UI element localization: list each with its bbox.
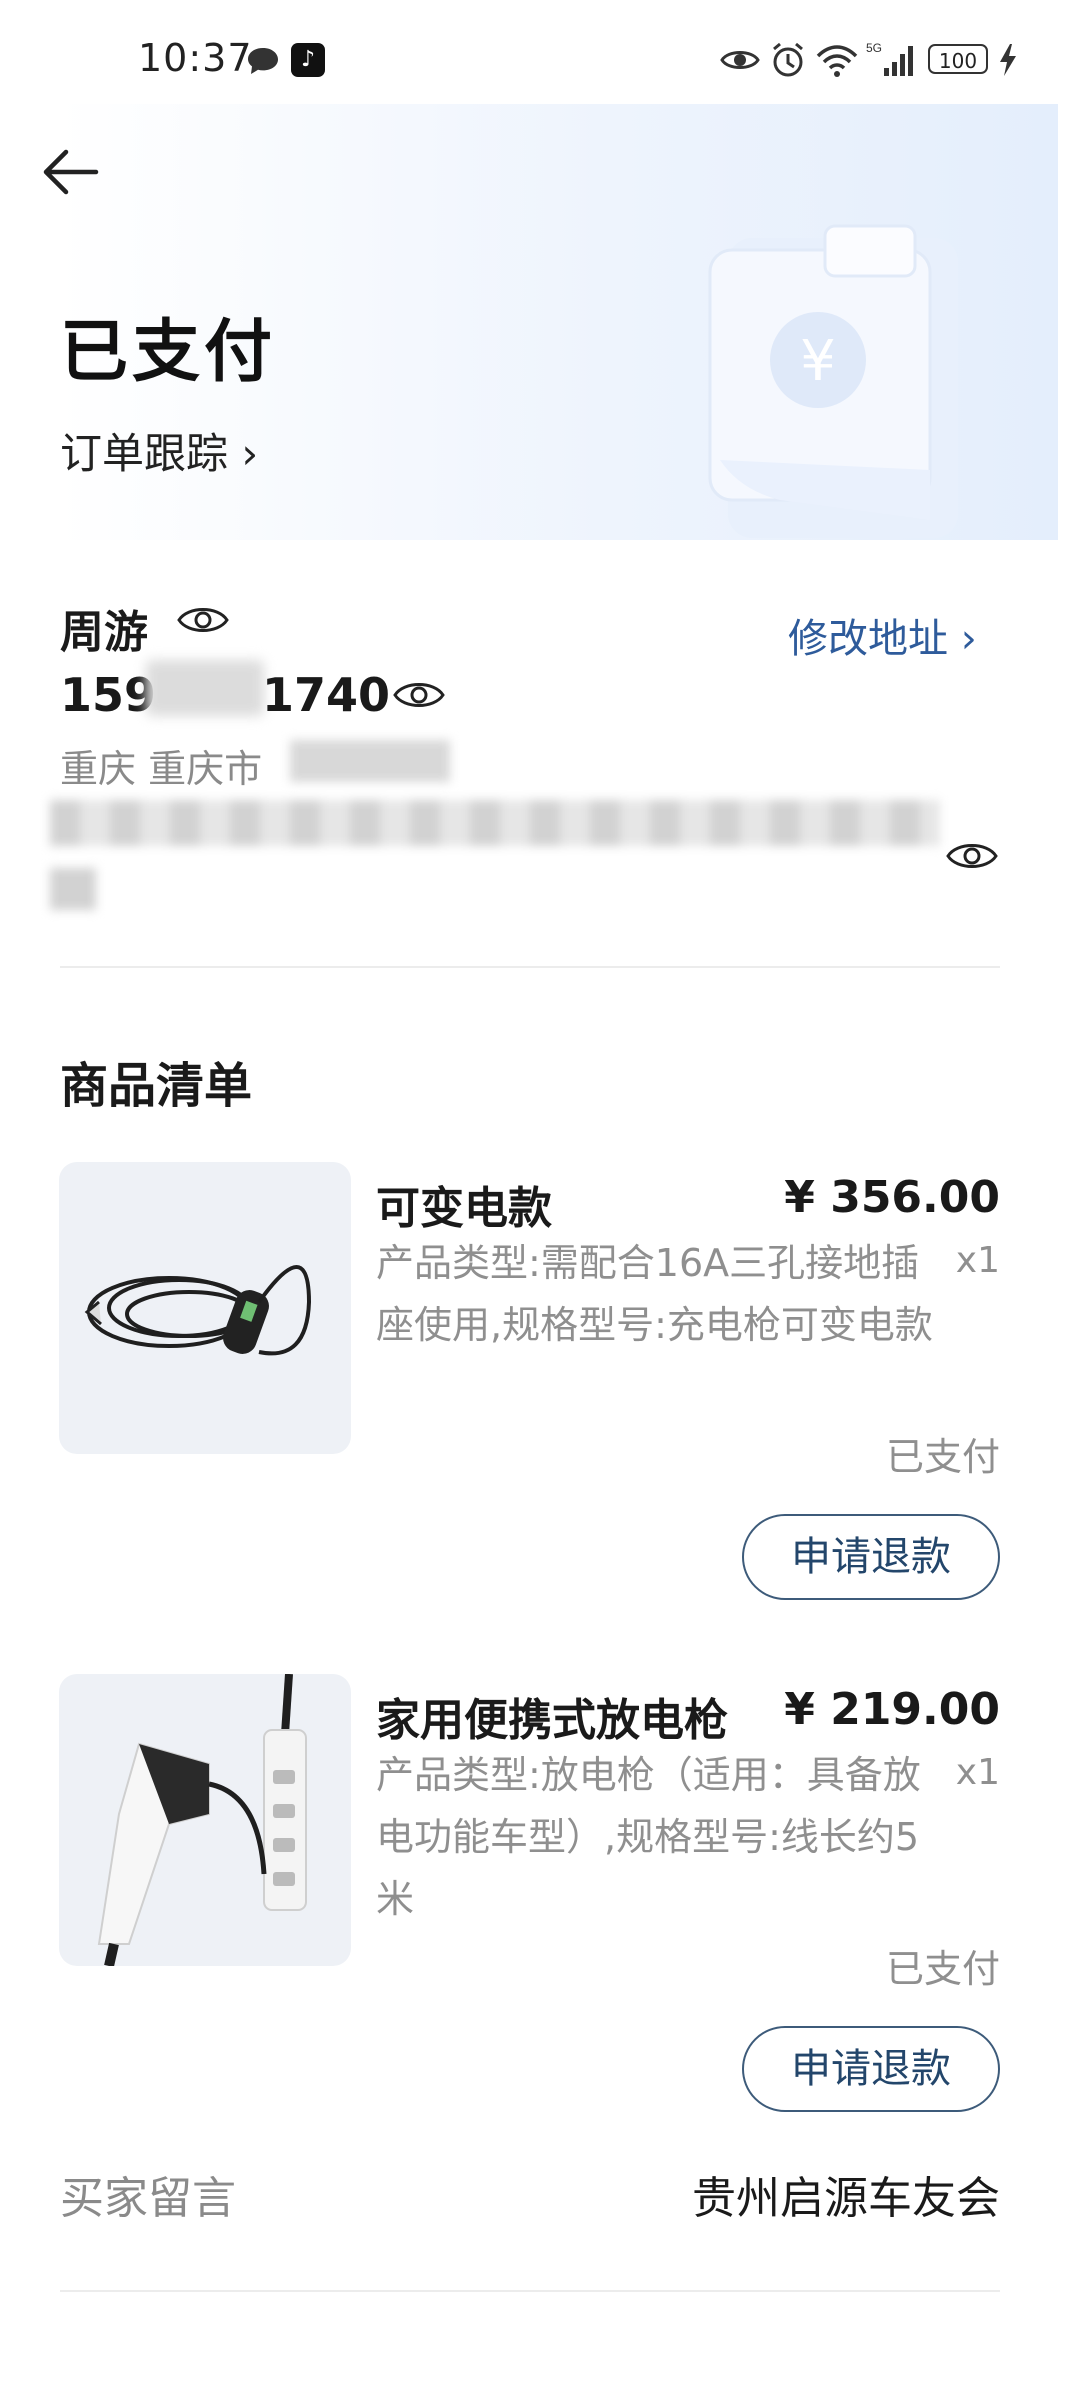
recipient-name: 周游 [60, 607, 148, 658]
item-quantity: x1 [955, 1240, 1000, 1281]
item-status: 已支付 [885, 1947, 1000, 1991]
wifi-icon [816, 45, 858, 77]
order-tracking-link[interactable]: 订单跟踪 › [60, 420, 258, 481]
item-title[interactable]: 家用便携式放电枪 [376, 1684, 728, 1748]
request-refund-button[interactable]: 申请退款 [742, 2026, 1000, 2112]
buyer-remark-value: 贵州启源车友会 [692, 2173, 1000, 2224]
battery-icon: 100 [928, 44, 988, 74]
request-refund-button[interactable]: 申请退款 [742, 1514, 1000, 1600]
back-arrow-icon[interactable] [40, 140, 104, 204]
tiktok-icon: ♪ [291, 43, 325, 77]
divider [60, 2290, 1000, 2292]
eye-icon [720, 51, 760, 69]
item-description: 产品类型:放电枪（适用：具备放电功能车型）,规格型号:线长约5米 [376, 1753, 921, 1921]
discharge-gun-icon [97, 1674, 307, 1966]
phone-prefix: 159 [60, 668, 157, 722]
show-phone-eye-icon[interactable] [392, 675, 446, 715]
address-masked-line [50, 800, 940, 846]
alarm-icon [773, 42, 803, 77]
order-status-title: 已支付 [60, 313, 277, 392]
message-icon [248, 48, 278, 74]
item-description: 产品类型:需配合16A三孔接地插座使用,规格型号:充电枪可变电款 [376, 1241, 933, 1347]
phone-masked-digits [146, 660, 264, 716]
signal-icon: 5G [866, 41, 913, 76]
status-time: 10:37 [138, 36, 253, 80]
item-price: ¥ 356.00 [784, 1172, 1000, 1223]
item-status: 已支付 [885, 1435, 1000, 1479]
address-masked-line-end [50, 868, 96, 910]
item-quantity: x1 [955, 1752, 1000, 1793]
address-region: 重庆 重庆市 [60, 747, 263, 791]
product-image-charger-cable[interactable] [59, 1162, 351, 1454]
phone-suffix: 1740 [262, 668, 391, 722]
item-title[interactable]: 可变电款 [376, 1172, 552, 1236]
buyer-remark-label: 买家留言 [60, 2173, 236, 2224]
svg-text:¥: ¥ [800, 329, 836, 394]
address-masked-detail [290, 740, 450, 782]
status-bar: 10:37 ♪ 5G 100 [0, 0, 1080, 110]
payment-receipt-icon: ¥ [708, 224, 958, 538]
goods-section-title: 商品清单 [60, 1058, 253, 1114]
charger-cable-icon [84, 1265, 312, 1356]
svg-text:5G: 5G [866, 41, 882, 55]
item-price: ¥ 219.00 [784, 1684, 1000, 1735]
show-address-eye-icon[interactable] [945, 836, 999, 876]
divider [60, 966, 1000, 968]
charging-icon [1000, 44, 1016, 76]
product-image-discharge-gun[interactable] [59, 1674, 351, 1966]
show-name-eye-icon[interactable] [176, 600, 230, 640]
edit-address-link[interactable]: 修改地址 › [788, 606, 977, 664]
